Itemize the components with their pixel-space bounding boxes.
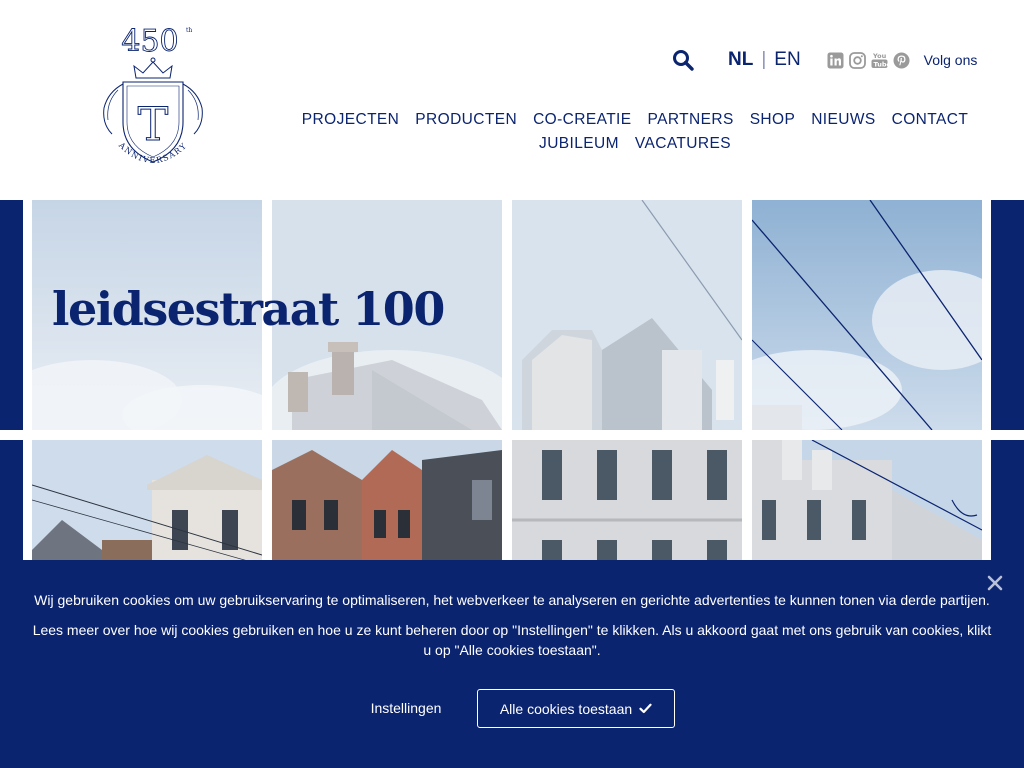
lang-en-link[interactable]: EN (774, 49, 800, 71)
linkedin-icon[interactable] (827, 51, 845, 69)
pinterest-icon[interactable] (893, 51, 911, 69)
logo-letter: T (138, 97, 169, 151)
cookie-message: Wij gebruiken cookies om uw gebruikserva… (34, 592, 990, 608)
anniversary-logo[interactable]: 450 th T ANNIVERSARY (98, 22, 208, 178)
nav-item-contact[interactable]: CONTACT (892, 108, 969, 132)
nav-item-projecten[interactable]: PROJECTEN (302, 108, 399, 132)
social-links: YouTube (827, 51, 911, 69)
nav-item-partners[interactable]: PARTNERS (648, 108, 734, 132)
logo-number: 450 (121, 24, 178, 59)
lang-nl-link[interactable]: NL (728, 49, 753, 71)
cookie-banner: Wij gebruiken cookies om uw gebruikserva… (0, 560, 1024, 768)
hero-band-right-top (991, 200, 1024, 430)
lang-separator: | (761, 49, 767, 70)
instagram-icon[interactable] (849, 51, 867, 69)
nav-item-co-creatie[interactable]: CO-CREATIE (533, 108, 631, 132)
accept-all-cookies-label: Alle cookies toestaan (499, 700, 633, 717)
site-header: 450 th T ANNIVERSARY NL | EN You Tub Vol… (0, 0, 1024, 200)
hero-photo-tile (512, 200, 742, 430)
cookie-settings-button[interactable]: Instellingen (356, 698, 456, 722)
accept-all-cookies-button[interactable]: Alle cookies toestaan (477, 689, 675, 728)
cookie-details: Lees meer over hoe wij cookies gebruiken… (32, 622, 992, 658)
search-button[interactable] (670, 47, 696, 73)
nav-item-vacatures[interactable]: VACATURES (635, 132, 731, 156)
main-navigation: PROJECTEN PRODUCTEN CO-CREATIE PARTNERS … (300, 108, 970, 156)
logo-superscript: th (186, 27, 192, 34)
svg-text:Tube: Tube (874, 60, 889, 68)
hero-photo-tile (752, 200, 982, 430)
nav-item-producten[interactable]: PRODUCTEN (415, 108, 517, 132)
checkmark-icon (639, 703, 652, 714)
search-icon (673, 50, 694, 71)
language-switcher: NL | EN (728, 49, 801, 71)
nav-item-nieuws[interactable]: NIEUWS (811, 108, 875, 132)
logo-crest-icon: 450 th T ANNIVERSARY (103, 24, 203, 165)
nav-row-1: PROJECTEN PRODUCTEN CO-CREATIE PARTNERS … (300, 108, 970, 132)
page-title: leidsestraat 100 (52, 282, 445, 336)
nav-item-jubileum[interactable]: JUBILEUM (539, 132, 619, 156)
nav-item-shop[interactable]: SHOP (750, 108, 796, 132)
hero-band-left-top (0, 200, 23, 430)
svg-text:You: You (872, 52, 887, 60)
nav-row-2: JUBILEUM VACATURES (300, 132, 970, 156)
youtube-icon[interactable]: YouTube (871, 51, 889, 69)
header-tools: NL | EN YouTube Volg ons (670, 46, 977, 74)
follow-us-label: Volg ons (923, 52, 978, 68)
